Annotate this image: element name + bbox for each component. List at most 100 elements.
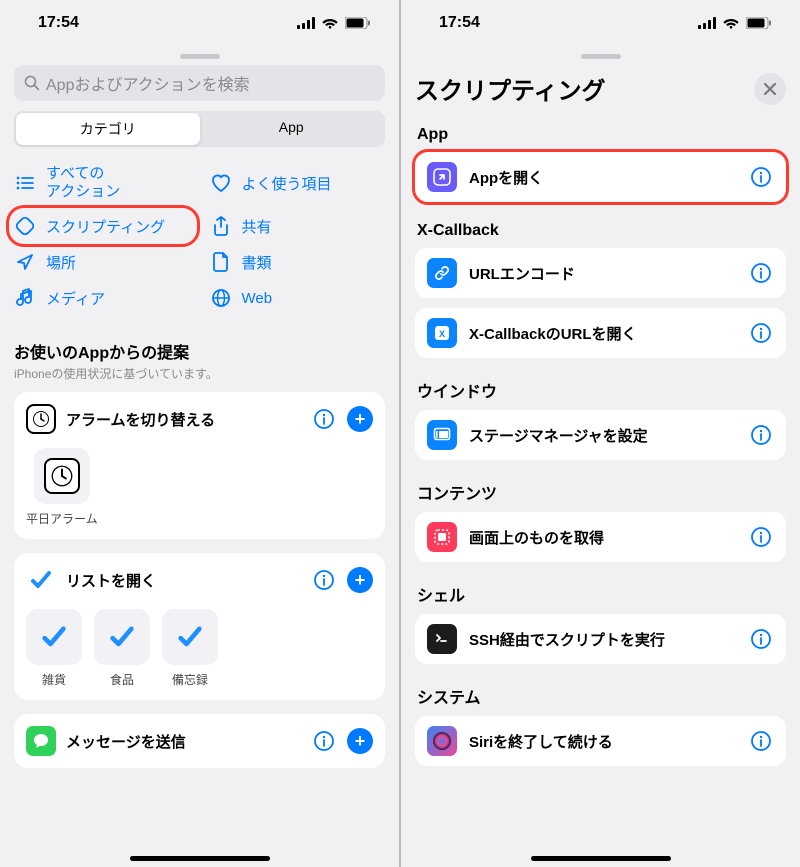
info-icon[interactable] [311,728,337,754]
action-row[interactable]: URLエンコード [415,248,786,298]
info-icon[interactable] [311,567,337,593]
list-icon [14,172,36,194]
action-row[interactable]: 画面上のものを取得 [415,512,786,562]
share-icon [210,215,232,237]
info-icon[interactable] [311,406,337,432]
cat-web[interactable]: Web [210,283,386,313]
cat-documents[interactable]: 書類 [210,247,386,277]
group-title: ウインドウ [415,368,786,410]
battery-icon [345,17,371,29]
action-label: ステージマネージャを設定 [469,425,736,446]
group-title: App [415,116,786,152]
left-sheet: Appおよびアクションを検索 カテゴリ App すべての アクション よく使う項… [0,46,399,867]
info-icon[interactable] [748,422,774,448]
location-icon [14,251,36,273]
info-icon[interactable] [748,626,774,652]
todo-app-icon [26,565,56,595]
cat-media[interactable]: メディア [14,283,190,313]
document-icon [210,251,232,273]
groups-list: App Appを開く X-Callback URLエンコード X X-CallbackのU… [401,116,800,867]
wifi-icon [321,17,339,29]
suggestion-card-list: リストを開く + 雑貨 食品 備忘録 [14,553,385,700]
chip-list-2[interactable]: 食品 [94,609,150,688]
info-icon[interactable] [748,260,774,286]
signal-icon [698,17,716,29]
clock-app-icon [26,404,56,434]
heart-icon [210,172,232,194]
sheet-grabber[interactable] [180,54,220,59]
signal-icon [297,17,315,29]
action-label: Appを開く [469,167,736,188]
group-title: X-Callback [415,212,786,248]
action-row[interactable]: ステージマネージャを設定 [415,410,786,460]
action-label: 画面上のものを取得 [469,527,736,548]
action-icon [427,162,457,192]
search-placeholder: Appおよびアクションを検索 [46,71,250,95]
action-row[interactable]: Siriを終了して続ける [415,716,786,766]
suggestions-sub: iPhoneの使用状況に基づいています。 [0,365,399,392]
action-row[interactable]: X X-CallbackのURLを開く [415,308,786,358]
action-label: SSH経由でスクリプトを実行 [469,629,736,650]
wifi-icon [722,17,740,29]
action-icon [427,258,457,288]
cat-all-actions[interactable]: すべての アクション [14,161,190,205]
cat-location[interactable]: 場所 [14,247,190,277]
card-title: メッセージを送信 [66,731,301,752]
action-row[interactable]: SSH経由でスクリプトを実行 [415,614,786,664]
close-icon[interactable] [754,73,786,105]
chip-weekday-alarm[interactable]: 平日アラーム [26,448,98,527]
messages-app-icon [26,726,56,756]
plus-icon[interactable]: + [347,406,373,432]
card-title: アラームを切り替える [66,409,301,430]
chip-list-1[interactable]: 雑貨 [26,609,82,688]
page-title: スクリプティング [415,71,606,106]
group-title: コンテンツ [415,470,786,512]
action-icon [427,726,457,756]
status-bar: 17:54 [0,0,399,46]
sheet-grabber[interactable] [581,54,621,59]
chip-list-3[interactable]: 備忘録 [162,609,218,688]
web-icon [210,287,232,309]
cat-favorites[interactable]: よく使う項目 [210,161,386,205]
home-indicator[interactable] [130,856,270,861]
status-icons [698,17,772,29]
group-title: シェル [415,572,786,614]
card-title: リストを開く [66,570,301,591]
status-icons [297,17,371,29]
action-label: Siriを終了して続ける [469,731,736,752]
home-indicator[interactable] [531,856,671,861]
right-phone: 17:54 スクリプティング App Appを開く X-Callback URLエンコ… [401,0,800,867]
search-input[interactable]: Appおよびアクションを検索 [14,65,385,101]
suggestions-title: お使いのAppからの提案 [0,327,399,365]
status-time: 17:54 [439,14,480,32]
action-icon: X [427,318,457,348]
svg-text:X: X [439,329,445,339]
info-icon[interactable] [748,728,774,754]
plus-icon[interactable]: + [347,567,373,593]
info-icon[interactable] [748,524,774,550]
cat-scripting[interactable]: スクリプティング [14,211,190,241]
info-icon[interactable] [748,164,774,190]
segment-app[interactable]: App [200,113,384,145]
info-icon[interactable] [748,320,774,346]
action-label: URLエンコード [469,263,736,284]
battery-icon [746,17,772,29]
action-label: X-CallbackのURLを開く [469,323,736,344]
search-icon [24,75,40,91]
segment-category[interactable]: カテゴリ [16,113,200,145]
suggestion-card-message: メッセージを送信 + [14,714,385,768]
scripting-icon [14,215,36,237]
action-icon [427,420,457,450]
action-icon [427,624,457,654]
media-icon [14,287,36,309]
action-row[interactable]: Appを開く [415,152,786,202]
category-grid: すべての アクション よく使う項目 スクリプティング 共有 場所 書類 [0,161,399,327]
cat-share[interactable]: 共有 [210,211,386,241]
suggestion-card-alarm: アラームを切り替える + 平日アラーム [14,392,385,539]
action-icon [427,522,457,552]
left-phone: 17:54 Appおよびアクションを検索 カテゴリ App すべての アクション [0,0,399,867]
segment-control[interactable]: カテゴリ App [14,111,385,147]
plus-icon[interactable]: + [347,728,373,754]
status-time: 17:54 [38,14,79,32]
status-bar: 17:54 [401,0,800,46]
